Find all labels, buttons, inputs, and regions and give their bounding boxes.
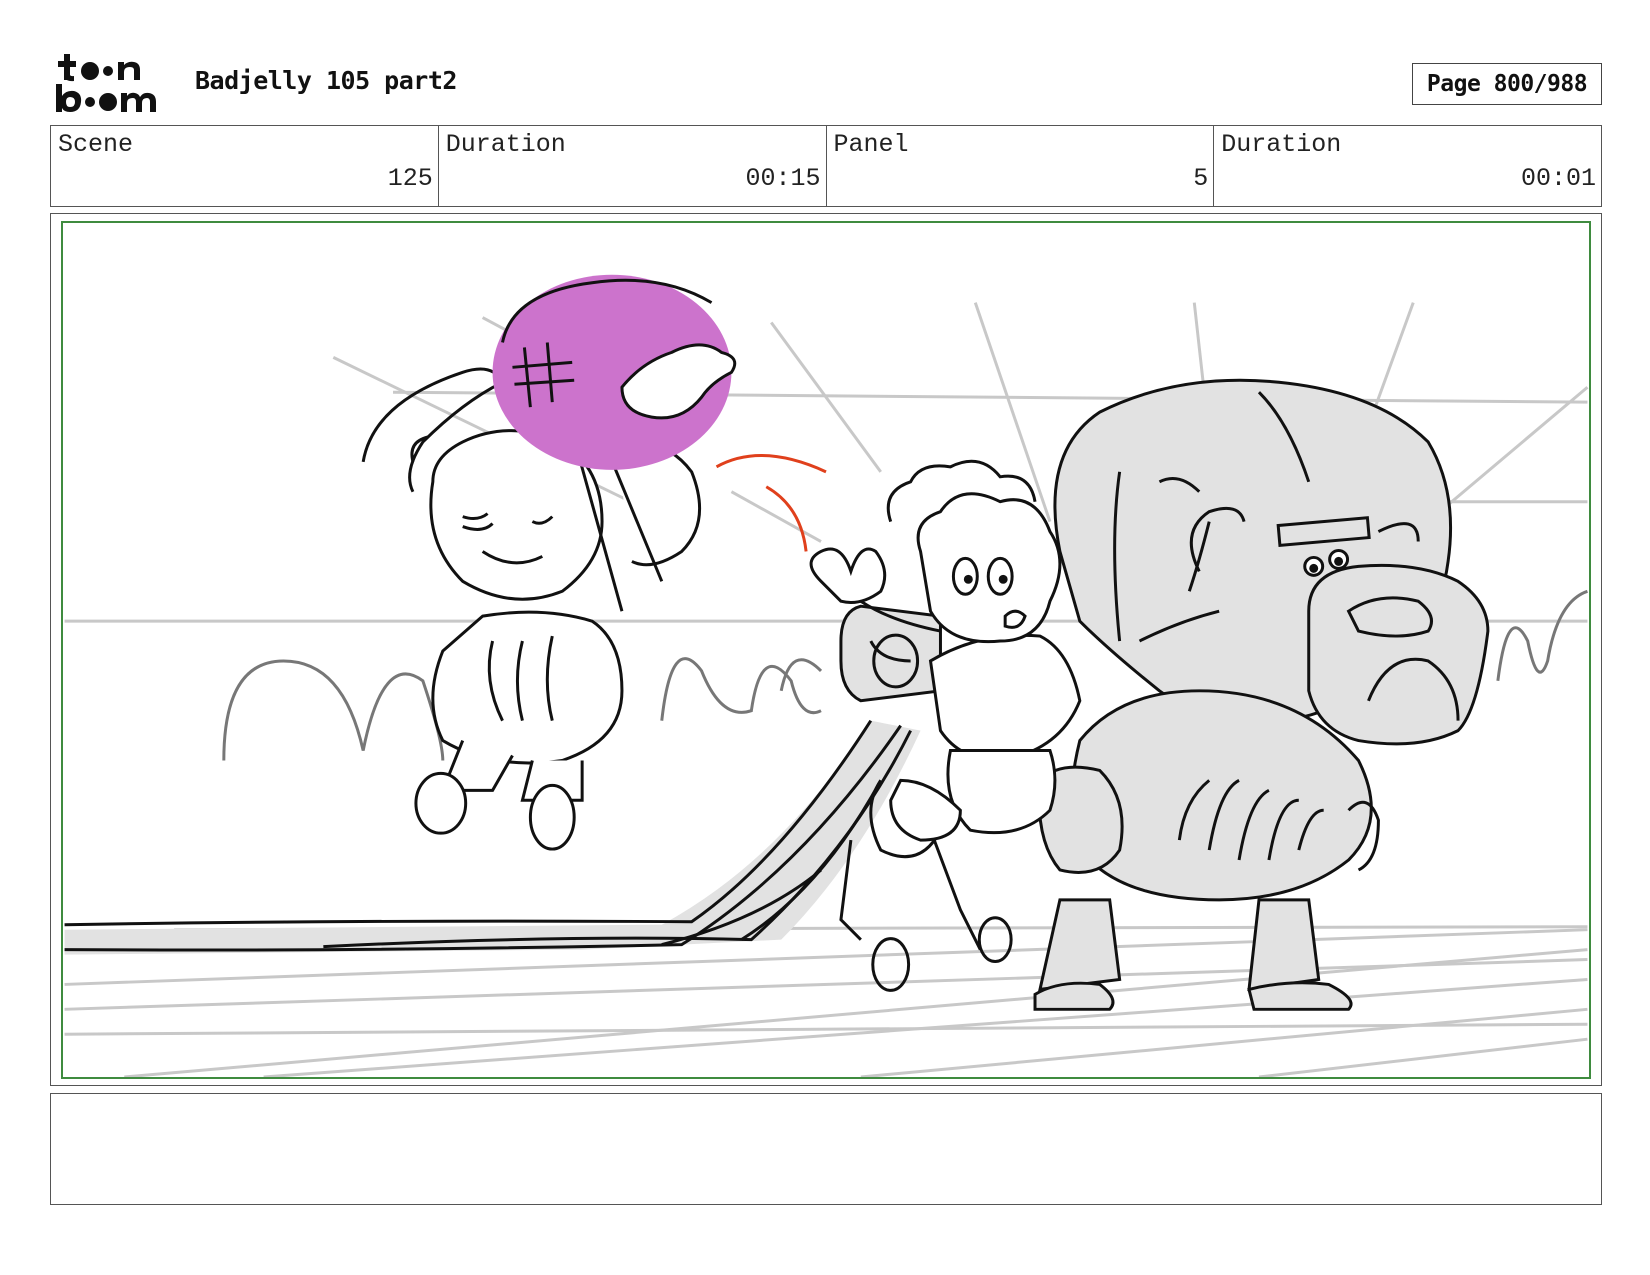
project-title: Badjelly 105 part2 xyxy=(195,66,457,95)
scene-value: 125 xyxy=(387,164,433,193)
scene-duration-cell: Duration 00:15 xyxy=(439,126,827,206)
scene-duration-label: Duration xyxy=(445,130,566,159)
panel-notes xyxy=(50,1093,1602,1205)
panel-duration-cell: Duration 00:01 xyxy=(1214,126,1601,206)
scene-duration-value: 00:15 xyxy=(745,164,821,193)
panel-duration-value: 00:01 xyxy=(1520,164,1596,193)
scene-label: Scene xyxy=(58,130,134,159)
panel-duration-label: Duration xyxy=(1221,130,1342,159)
scene-info-table: Scene 125 Duration 00:15 Panel 5 Duratio… xyxy=(50,125,1602,207)
motion-arc xyxy=(715,454,827,552)
storyboard-panel xyxy=(61,221,1591,1079)
panel-cell: Panel 5 xyxy=(827,126,1215,206)
page-indicator: Page 800/988 xyxy=(1412,63,1602,105)
storyboard-sketch xyxy=(64,274,1589,1077)
panel-value: 5 xyxy=(1193,164,1209,193)
panel-label: Panel xyxy=(833,130,909,159)
scene-cell: Scene 125 xyxy=(51,126,439,206)
toon-boom-logo xyxy=(54,52,170,116)
ball xyxy=(492,274,737,470)
